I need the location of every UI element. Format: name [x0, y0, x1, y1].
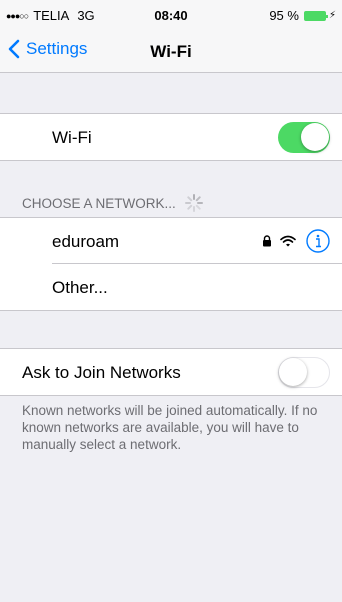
wifi-row: Wi-Fi — [0, 114, 342, 160]
battery-icon — [303, 10, 328, 21]
ask-to-join-toggle[interactable] — [278, 357, 330, 388]
network-status-icons — [262, 229, 330, 253]
loading-spinner-icon — [184, 194, 203, 212]
network-row-eduroam[interactable]: eduroam — [0, 218, 342, 264]
network-name: Other... — [52, 278, 108, 297]
choose-network-label: CHOOSE A NETWORK... — [22, 195, 176, 211]
wifi-label: Wi-Fi — [52, 128, 92, 147]
toggle-knob — [301, 123, 329, 151]
lock-icon — [263, 235, 271, 247]
toggle-knob — [279, 358, 307, 386]
ask-to-join-label: Ask to Join Networks — [22, 363, 181, 382]
network-list: eduroam Other... — [0, 217, 342, 311]
battery-percent: 95 % — [269, 8, 299, 23]
ask-to-join-description: Known networks will be joined automatica… — [22, 403, 318, 452]
ask-to-join-row: Ask to Join Networks — [0, 349, 342, 395]
wifi-icon — [280, 235, 296, 247]
network-name: eduroam — [52, 232, 120, 251]
networks-section-header: CHOOSE A NETWORK... — [22, 193, 204, 213]
wifi-group: Wi-Fi — [0, 113, 342, 161]
battery-info: 95 % ⚡ — [269, 8, 336, 23]
wifi-toggle[interactable] — [278, 122, 330, 153]
page-title: Wi-Fi — [150, 42, 192, 61]
network-row-other[interactable]: Other... — [0, 264, 342, 310]
info-icon[interactable] — [306, 229, 330, 253]
status-bar: ●●●○○ TELIA 3G 08:40 95 % ⚡ — [0, 0, 342, 30]
charging-icon: ⚡ — [328, 10, 336, 21]
ask-to-join-group: Ask to Join Networks — [0, 348, 342, 396]
navigation-bar: Settings Wi-Fi — [0, 30, 342, 73]
